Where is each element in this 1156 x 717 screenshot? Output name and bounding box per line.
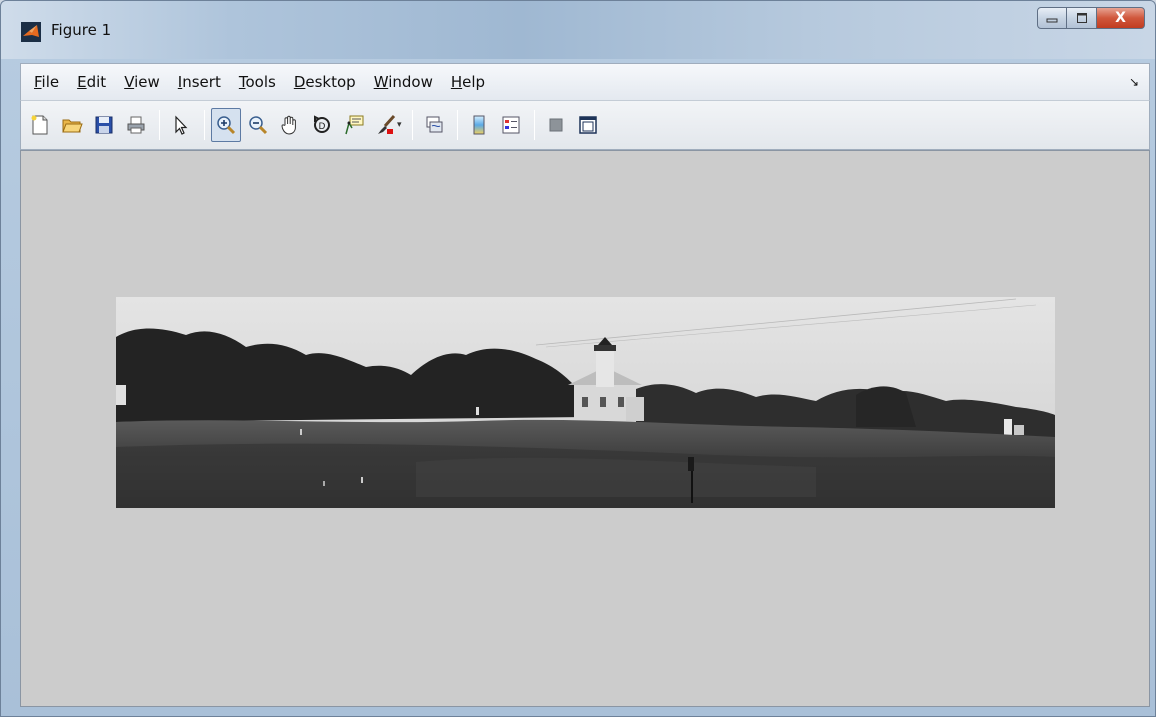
rotate-3d-button[interactable]: D [307,108,337,142]
zoom-out-icon [249,116,268,135]
window-title: Figure 1 [51,21,112,39]
new-figure-button[interactable] [25,108,55,142]
data-cursor-button[interactable] [339,108,369,142]
hide-plot-tools-button[interactable] [541,108,571,142]
zoom-in-icon [217,116,236,135]
matlab-logo-icon [21,22,41,42]
close-button[interactable]: X [1097,7,1145,29]
menu-bar: File Edit View Insert Tools Desktop Wind… [20,63,1150,100]
zoom-out-button[interactable] [243,108,273,142]
dock-arrow-icon[interactable]: ↘ [1129,75,1139,89]
brush-dropdown-icon[interactable]: ▾ [397,120,402,130]
toolbar-separator [456,110,458,140]
menu-insert[interactable]: Insert [178,73,221,91]
pan-button[interactable] [275,108,305,142]
link-plot-icon [426,116,443,133]
svg-text:D: D [319,122,326,132]
print-button[interactable] [121,108,151,142]
toolbar-separator [159,110,160,140]
open-file-icon [62,119,83,133]
open-file-button[interactable] [57,108,87,142]
print-icon [127,116,145,134]
figure-canvas[interactable] [20,150,1150,707]
toolbar-separator [204,110,205,140]
minimize-button[interactable] [1037,7,1067,29]
maximize-button[interactable] [1067,7,1097,29]
save-icon [95,116,113,134]
show-plot-tools-icon [578,116,597,134]
menu-edit[interactable]: Edit [77,73,106,91]
brush-icon [378,114,396,134]
menu-help[interactable]: Help [451,73,485,91]
menu-view[interactable]: View [124,73,160,91]
save-button[interactable] [89,108,119,142]
figure-toolbar: D ▾ [20,100,1150,150]
maximize-icon [1076,13,1087,23]
legend-button[interactable] [496,108,526,142]
edit-plot-arrow-icon [175,115,188,135]
colorbar-button[interactable] [464,108,494,142]
grayscale-panorama-image [116,297,1055,508]
minimize-icon [1046,18,1058,23]
zoom-in-button[interactable] [211,108,241,142]
toolbar-separator [533,110,535,140]
hide-plot-tools-icon [549,118,563,132]
pan-hand-icon [281,115,296,135]
link-plot-button[interactable] [419,108,449,142]
new-figure-icon [31,115,48,135]
edit-plot-button[interactable] [166,108,196,142]
menu-file[interactable]: File [34,73,59,91]
figure-window: Figure 1 X File Edit View Insert Tools D… [0,0,1156,717]
title-bar[interactable]: Figure 1 X [1,1,1155,59]
displayed-image[interactable] [116,297,1055,508]
close-icon: X [1115,10,1126,26]
legend-icon [502,116,520,134]
colorbar-icon [473,115,485,135]
data-cursor-icon [345,115,364,135]
menu-desktop[interactable]: Desktop [294,73,356,91]
show-plot-tools-button[interactable] [573,108,603,142]
menu-window[interactable]: Window [374,73,433,91]
rotate-3d-icon: D [314,115,330,133]
menu-tools[interactable]: Tools [239,73,276,91]
toolbar-separator [411,110,413,140]
